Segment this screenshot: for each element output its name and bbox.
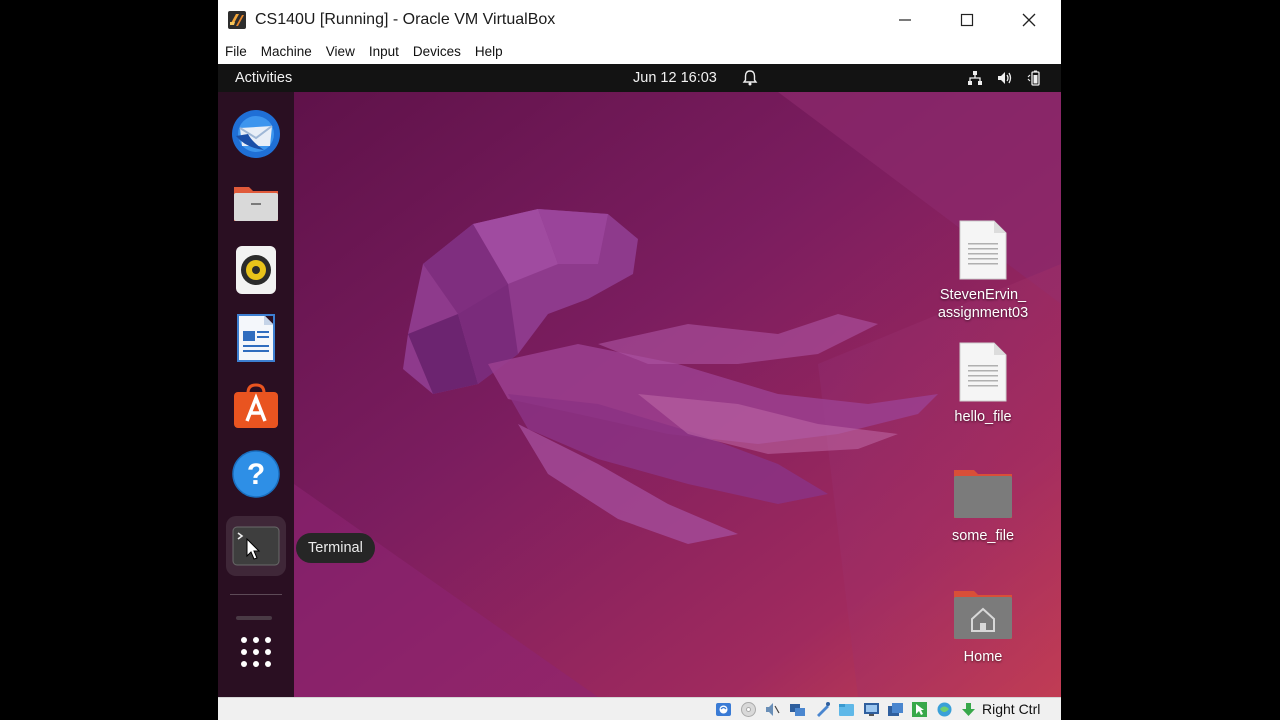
title-bar: CS140U [Running] - Oracle VM VirtualBox <box>218 0 1061 40</box>
audio-icon[interactable] <box>764 701 781 718</box>
home-folder-icon <box>954 591 1012 639</box>
dock-files[interactable] <box>226 172 286 232</box>
menu-input[interactable]: Input <box>362 40 406 64</box>
dock-separator <box>230 594 282 595</box>
window-title: CS140U [Running] - Oracle VM VirtualBox <box>255 11 556 28</box>
host-key-label[interactable]: Right Ctrl <box>982 698 1040 720</box>
app-center-icon <box>234 383 278 428</box>
desktop-item-home[interactable]: Home <box>923 587 1043 666</box>
guest-screen[interactable]: Activities Jun 12 16:03 ? Terminal Steve… <box>218 64 1061 697</box>
desktop-item-label: hello_file <box>954 409 1012 425</box>
maximize-button[interactable] <box>936 0 998 40</box>
battery-icon[interactable] <box>1026 69 1044 87</box>
close-icon <box>1022 13 1036 27</box>
desktop-item-some-file[interactable]: some_file <box>923 466 1043 545</box>
libreoffice-writer-icon <box>237 314 275 362</box>
dock: ? <box>218 92 294 697</box>
show-applications-button[interactable] <box>226 622 286 682</box>
virtualbox-icon <box>228 11 246 29</box>
thunderbird-icon <box>232 110 280 158</box>
clock[interactable]: Jun 12 16:03 <box>633 64 717 92</box>
minimize-button[interactable] <box>874 0 936 40</box>
usb-icon[interactable] <box>814 701 831 718</box>
svg-text:?: ? <box>247 458 265 491</box>
hard-disk-icon[interactable] <box>715 701 732 718</box>
notification-bell-icon[interactable] <box>741 69 759 87</box>
desktop-item-stevenervin-assignment03[interactable]: StevenErvin_ assignment03 <box>923 219 1043 322</box>
minimize-icon <box>899 19 911 21</box>
guest-additions-icon[interactable] <box>960 701 977 718</box>
menu-bar: File Machine View Input Devices Help <box>218 40 1061 64</box>
dock-running-indicator <box>236 616 272 620</box>
mouse-integration-icon[interactable] <box>911 701 928 718</box>
status-bar: Right Ctrl <box>218 697 1061 720</box>
keyboard-capture-icon[interactable] <box>936 701 953 718</box>
desktop-item-label: StevenErvin_ <box>939 287 1027 303</box>
folder-icon <box>954 470 1012 518</box>
shared-folders-icon[interactable] <box>838 701 855 718</box>
activities-button[interactable]: Activities <box>235 64 292 92</box>
maximize-icon <box>960 13 974 27</box>
dock-thunderbird[interactable] <box>226 104 286 164</box>
desktop-item-label: Home <box>963 649 1003 665</box>
display-icon[interactable] <box>863 701 880 718</box>
desktop-item-label: some_file <box>951 528 1015 544</box>
files-icon <box>234 187 278 221</box>
terminal-icon <box>232 526 280 566</box>
help-icon: ? <box>232 450 280 498</box>
network-icon[interactable] <box>966 69 984 87</box>
menu-machine[interactable]: Machine <box>254 40 319 64</box>
desktop-item-hello-file[interactable]: hello_file <box>923 341 1043 426</box>
menu-view[interactable]: View <box>319 40 362 64</box>
dock-rhythmbox[interactable] <box>226 240 286 300</box>
dock-libreoffice-writer[interactable] <box>226 308 286 368</box>
menu-file[interactable]: File <box>218 40 254 64</box>
optical-drive-icon[interactable] <box>740 701 757 718</box>
text-file-icon <box>959 220 1007 280</box>
dock-app-center[interactable] <box>226 376 286 436</box>
menu-help[interactable]: Help <box>468 40 510 64</box>
dock-tooltip: Terminal <box>296 533 375 563</box>
network-adapter-icon[interactable] <box>789 701 806 718</box>
menu-devices[interactable]: Devices <box>406 40 468 64</box>
close-button[interactable] <box>998 0 1060 40</box>
dock-terminal[interactable] <box>226 516 286 576</box>
rhythmbox-icon <box>236 246 276 294</box>
volume-icon[interactable] <box>996 69 1014 87</box>
dock-help[interactable]: ? <box>226 444 286 504</box>
text-file-icon <box>959 342 1007 402</box>
app-grid-icon <box>241 637 271 667</box>
gnome-top-bar: Activities Jun 12 16:03 <box>218 64 1061 92</box>
virtualbox-window: CS140U [Running] - Oracle VM VirtualBox … <box>218 0 1061 720</box>
desktop-item-label: assignment03 <box>937 305 1029 321</box>
recording-icon[interactable] <box>887 701 904 718</box>
